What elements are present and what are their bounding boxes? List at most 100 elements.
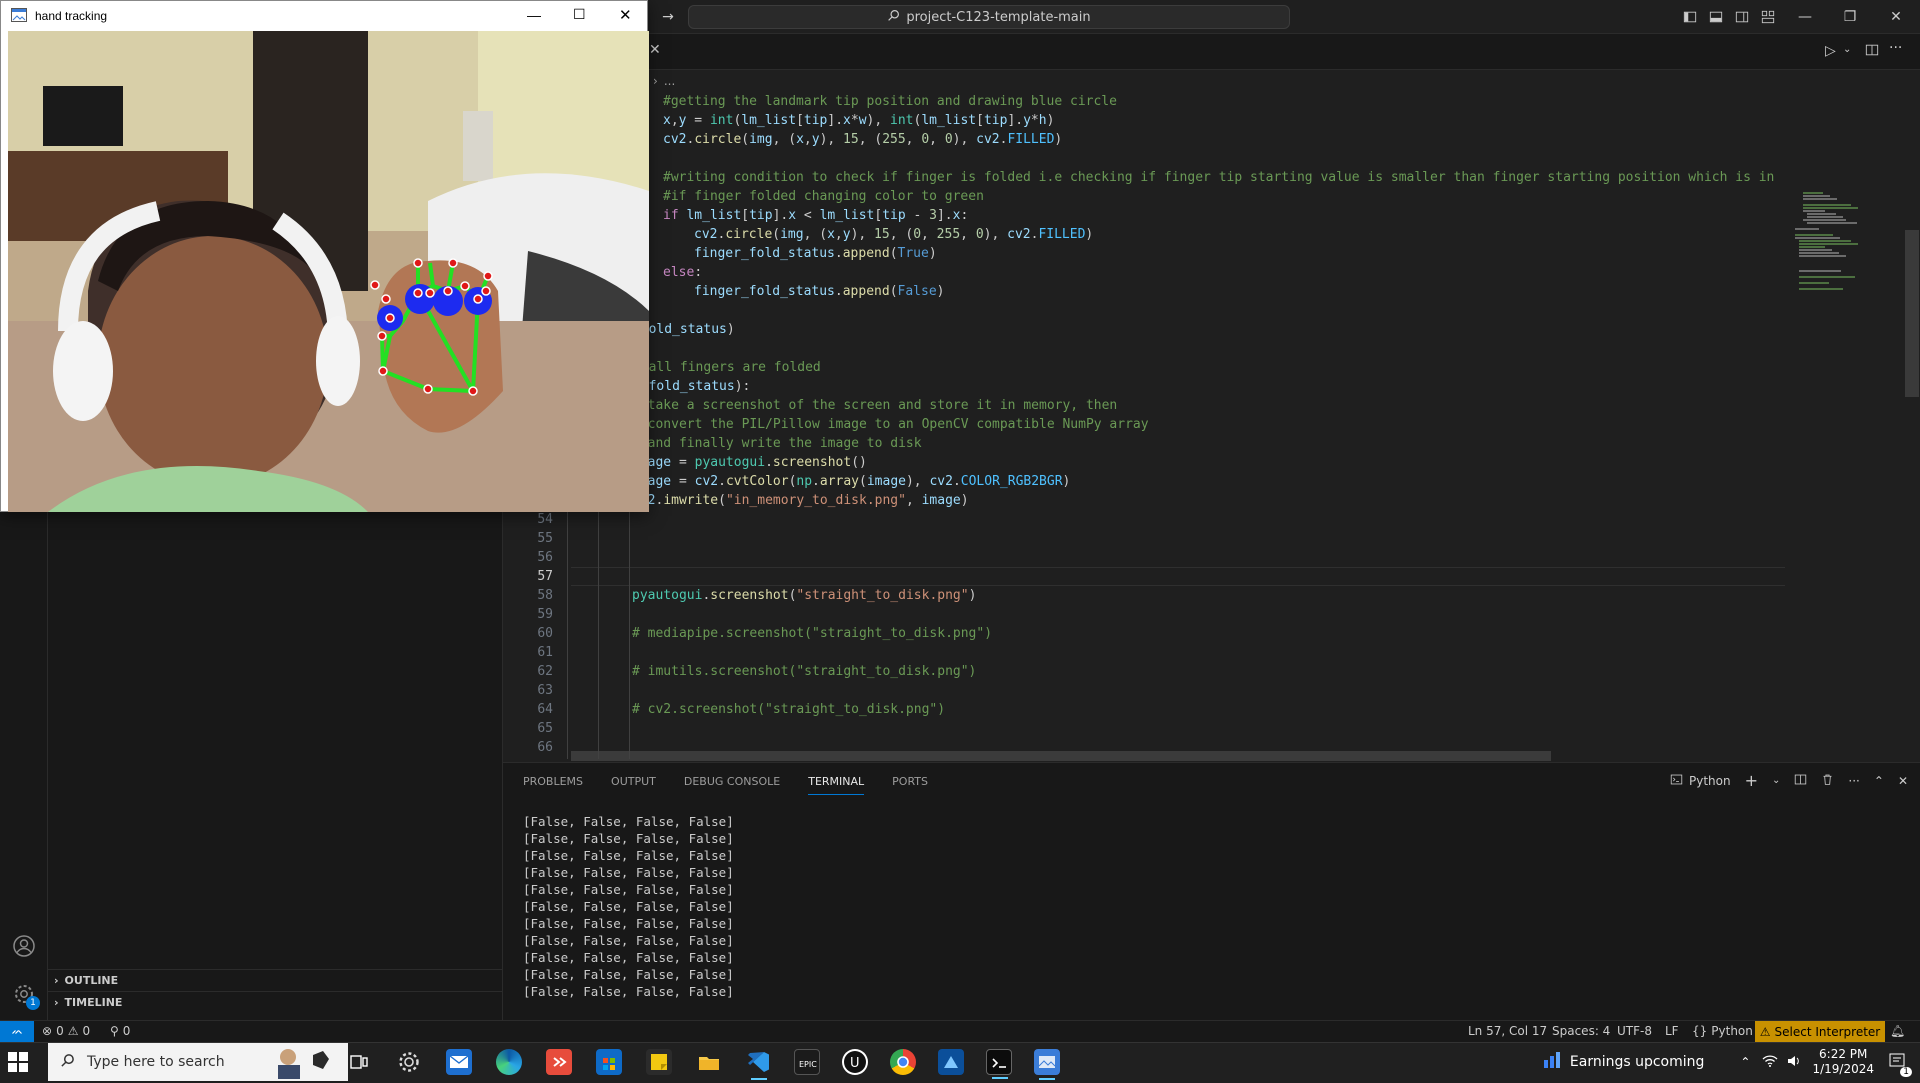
sdk-app-icon[interactable] [938, 1049, 964, 1075]
terminal-dropdown-chevron-icon[interactable]: ⌄ [1772, 775, 1780, 786]
vscode-app-icon[interactable] [746, 1049, 772, 1080]
encoding[interactable]: UTF-8 [1617, 1024, 1652, 1038]
language-mode[interactable]: {} Python [1692, 1024, 1753, 1038]
terminal-app-icon[interactable] [986, 1049, 1012, 1079]
breadcrumb-ellipsis[interactable]: ... [664, 74, 675, 88]
maximize-panel-chevron-up-icon[interactable]: ⌃ [1874, 774, 1884, 788]
code-line[interactable]: # take a screenshot of the screen and st… [632, 396, 1117, 415]
sticky-notes-icon[interactable] [646, 1049, 672, 1075]
minimap-line [1795, 228, 1819, 230]
toggle-primary-sidebar-icon[interactable] [1680, 7, 1700, 27]
python-window-icon[interactable] [1034, 1049, 1060, 1080]
end-of-line[interactable]: LF [1665, 1024, 1679, 1038]
panel-tab-terminal[interactable]: TERMINAL [808, 775, 865, 795]
panel-tab-ports[interactable]: PORTS [892, 775, 928, 795]
chrome-browser-icon[interactable] [890, 1049, 916, 1075]
code-line[interactable]: # imutils.screenshot("straight_to_disk.p… [632, 662, 976, 681]
code-line[interactable]: # and finally write the image to disk [632, 434, 922, 453]
panel-tab-debug-console[interactable]: DEBUG CONSOLE [684, 775, 780, 795]
code-line[interactable]: cv2.imwrite("in_memory_to_disk.png", ima… [632, 491, 969, 510]
taskbar-search-box[interactable]: Type here to search [48, 1043, 348, 1081]
show-hidden-icons-chevron-icon[interactable]: ⌃ [1740, 1055, 1750, 1069]
split-terminal-icon[interactable] [1794, 773, 1807, 789]
anydesk-app-icon[interactable] [546, 1049, 572, 1075]
clock[interactable]: 6:22 PM 1/19/2024 [1812, 1047, 1874, 1077]
epic-games-icon[interactable]: EPIC [794, 1049, 820, 1075]
code-line[interactable]: finger_fold_status.append(True) [694, 244, 937, 263]
taskbar-search-placeholder: Type here to search [87, 1054, 225, 1070]
cursor-position[interactable]: Ln 57, Col 17 [1468, 1024, 1547, 1038]
code-line[interactable]: x,y = int(lm_list[tip].x*w), int(lm_list… [663, 111, 1054, 130]
nav-forward-icon[interactable]: → [658, 7, 678, 27]
customize-layout-icon[interactable] [1758, 7, 1778, 27]
run-dropdown-chevron-icon[interactable]: ⌄ [1843, 44, 1851, 55]
select-interpreter-button[interactable]: ⚠ Select Interpreter [1755, 1021, 1885, 1043]
code-line[interactable]: #writing condition to check if finger is… [663, 168, 1774, 187]
remote-indicator-icon[interactable] [0, 1021, 34, 1043]
breadcrumb[interactable]: › ... [503, 70, 1920, 92]
more-actions-icon[interactable]: ··· [1848, 774, 1859, 788]
hand-tracking-window[interactable]: hand tracking — ☐ ✕ [0, 0, 649, 512]
settings-gear-icon[interactable]: 1 [12, 982, 40, 1010]
code-line[interactable]: # cv2.screenshot("straight_to_disk.png") [632, 700, 945, 719]
edge-browser-icon[interactable] [496, 1049, 522, 1075]
code-line[interactable]: finger_fold_status.append(False) [694, 282, 944, 301]
code-line[interactable]: # convert the PIL/Pillow image to an Ope… [632, 415, 1149, 434]
accounts-icon[interactable] [12, 934, 36, 958]
toggle-panel-icon[interactable] [1706, 7, 1726, 27]
code-line[interactable]: # mediapipe.screenshot("straight_to_disk… [632, 624, 992, 643]
file-explorer-icon[interactable] [696, 1049, 722, 1075]
weather-widget[interactable]: Earnings upcoming [1542, 1050, 1704, 1074]
unreal-engine-icon[interactable]: U [842, 1049, 868, 1075]
code-line[interactable]: image = cv2.cvtColor(np.array(image), cv… [632, 472, 1070, 491]
window-minimize-icon[interactable]: — [1795, 7, 1815, 27]
new-terminal-plus-icon[interactable]: + [1745, 771, 1758, 790]
code-line[interactable]: else: [663, 263, 702, 282]
tab-close-icon[interactable]: ✕ [649, 42, 669, 62]
code-line[interactable]: if lm_list[tip].x < lm_list[tip - 3].x: [663, 206, 968, 225]
network-wifi-icon[interactable] [1762, 1054, 1778, 1071]
hand-tracking-titlebar[interactable]: hand tracking — ☐ ✕ [1, 1, 647, 31]
terminal-output[interactable]: [False, False, False, False] [False, Fals… [523, 813, 734, 1000]
close-icon[interactable]: ✕ [619, 6, 632, 24]
volume-speaker-icon[interactable] [1786, 1054, 1802, 1071]
notification-center-icon[interactable]: 1 [1888, 1052, 1912, 1077]
maximize-icon[interactable]: ☐ [573, 6, 586, 23]
code-line[interactable]: image = pyautogui.screenshot() [632, 453, 867, 472]
code-line[interactable]: #if finger folded changing color to gree… [663, 187, 984, 206]
horizontal-scrollbar[interactable] [571, 751, 1551, 761]
vertical-scrollbar[interactable] [1905, 230, 1919, 397]
microsoft-store-icon[interactable] [596, 1049, 622, 1075]
run-python-file-icon[interactable]: ▷ [1825, 43, 1836, 59]
windows-start-icon[interactable] [8, 1052, 28, 1072]
command-center[interactable]: project-C123-template-main [688, 5, 1290, 29]
timeline-section-header[interactable]: › TIMELINE [48, 991, 503, 1013]
minimap[interactable] [1785, 92, 1905, 759]
ports-indicator[interactable]: ⚲ 0 [110, 1024, 130, 1038]
outline-section-header[interactable]: › OUTLINE [48, 969, 503, 991]
indentation[interactable]: Spaces: 4 [1552, 1024, 1610, 1038]
close-panel-icon[interactable]: ✕ [1898, 774, 1908, 788]
panel-tab-output[interactable]: OUTPUT [611, 775, 656, 795]
split-editor-icon[interactable] [1865, 43, 1881, 59]
problems-indicator[interactable]: ⊗ 0 ⚠ 0 [42, 1024, 90, 1038]
code-line[interactable]: cv2.circle(img, (x,y), 15, (255, 0, 0), … [663, 130, 1062, 149]
settings-app-icon[interactable] [396, 1049, 422, 1075]
more-actions-icon[interactable]: ··· [1889, 40, 1902, 56]
minimize-icon[interactable]: — [527, 7, 541, 23]
window-restore-icon[interactable]: ❐ [1840, 7, 1860, 27]
bottom-panel: PROBLEMS OUTPUT DEBUG CONSOLE TERMINAL PORTS… [503, 762, 1920, 1020]
terminal-selector[interactable]: Python [1670, 773, 1731, 789]
panel-tab-problems[interactable]: PROBLEMS [523, 775, 583, 795]
toggle-secondary-sidebar-icon[interactable] [1732, 7, 1752, 27]
code-line[interactable]: pyautogui.screenshot("straight_to_disk.p… [632, 586, 976, 605]
code-editor[interactable]: 54 55 56 57 58 59 60 61 62 63 64 65 66 #getting the … [503, 92, 1785, 759]
code-line[interactable]: cv2.circle(img, (x,y), 15, (0, 255, 0), … [694, 225, 1093, 244]
kill-terminal-trash-icon[interactable] [1821, 773, 1834, 789]
window-close-icon[interactable]: ✕ [1886, 7, 1906, 27]
code-line[interactable]: #getting the landmark tip position and d… [663, 92, 1117, 111]
task-view-icon[interactable] [346, 1049, 372, 1075]
minimap-line [1807, 216, 1843, 218]
mail-app-icon[interactable] [446, 1049, 472, 1075]
notifications-bell-icon[interactable]: 🔔︎ [1890, 1024, 1905, 1038]
